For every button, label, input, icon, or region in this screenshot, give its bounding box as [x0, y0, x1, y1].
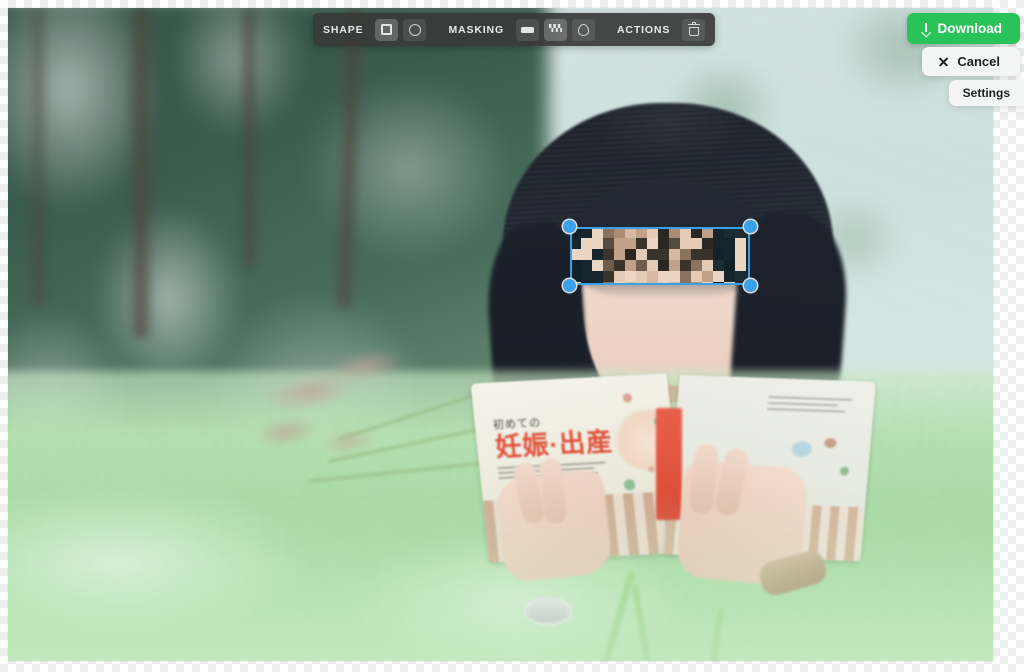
download-arrow-icon [922, 22, 931, 35]
shape-circle-button[interactable] [403, 18, 427, 41]
settings-button[interactable]: Settings [948, 80, 1024, 106]
masking-group-label: MASKING [448, 23, 504, 36]
blur-drop-icon [577, 23, 589, 36]
tree-trunk [128, 8, 154, 338]
resize-handle-top-right[interactable] [744, 220, 757, 233]
resize-handle-top-left[interactable] [563, 220, 576, 233]
actions-group-label: ACTIONS [616, 23, 671, 36]
book-main-title: 妊娠·出産 [493, 426, 615, 463]
solid-bar-icon [520, 26, 534, 33]
photo-editor-canvas[interactable]: 初めての 妊娠·出産 [8, 8, 993, 661]
settings-button-label: Settings [962, 86, 1010, 100]
source-photo: 初めての 妊娠·出産 [8, 8, 993, 661]
image-redaction-app: 初めての 妊娠·出産 SHAPE MASKING ACTIONS Downloa… [0, 0, 1024, 672]
book-right-text [767, 395, 861, 417]
circle-icon [408, 23, 421, 36]
selection-outline [570, 227, 750, 285]
delete-button[interactable] [682, 18, 706, 41]
cancel-button-label: Cancel [957, 54, 1000, 69]
pixelate-icon [548, 24, 562, 35]
grass-highlight [8, 491, 993, 661]
mask-selection-region[interactable] [563, 220, 757, 292]
actions-group: ACTIONS [616, 18, 706, 41]
shape-group-label: SHAPE [323, 23, 364, 36]
cancel-button[interactable]: Cancel [922, 47, 1020, 76]
tree-trunk [240, 8, 258, 268]
download-button[interactable]: Download [906, 13, 1020, 44]
mask-solid-button[interactable] [515, 18, 539, 41]
masking-group: MASKING [448, 18, 595, 41]
mask-blur-button[interactable] [571, 18, 595, 41]
tree-trunk [28, 8, 48, 308]
trash-icon [687, 21, 700, 36]
mask-pixelate-button[interactable] [543, 18, 567, 41]
resize-handle-bottom-left[interactable] [563, 279, 576, 292]
shape-group: SHAPE [323, 18, 427, 41]
square-icon [381, 24, 393, 35]
editor-toolbar: SHAPE MASKING ACTIONS [313, 13, 716, 46]
download-button-label: Download [937, 21, 1003, 36]
resize-handle-bottom-right[interactable] [744, 279, 757, 292]
close-x-icon [938, 56, 949, 67]
shape-square-button[interactable] [375, 18, 399, 41]
